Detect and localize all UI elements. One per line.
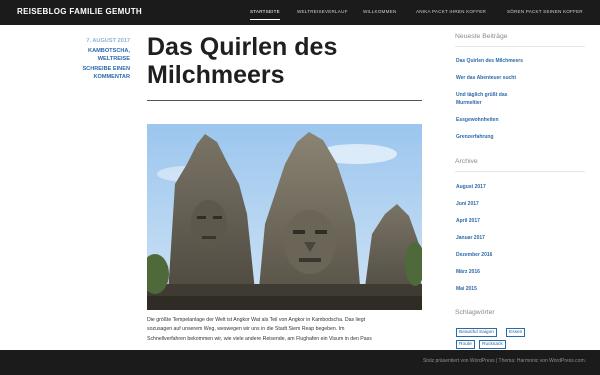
tag-link[interactable]: Beautiful Saigon [456,328,497,337]
footer-credit[interactable]: Stolz präsentiert von WordPress | Thema:… [423,358,586,364]
top-navigation-bar: REISEBLOG FAMILIE GEMUTH STARTSEITE WELT… [0,0,600,25]
tags-heading: Schlagwörter [455,309,495,316]
sidebar-divider [455,46,585,47]
archive-link[interactable]: April 2017 [456,217,581,225]
archive-link[interactable]: März 2016 [456,268,581,276]
nav-item-weltreiseverlauf[interactable]: WELTREISEVERLAUF [297,9,348,14]
archive-heading: Archive [455,158,478,165]
title-divider [147,100,422,101]
nav-item-willkommen[interactable]: WILLKOMMEN [363,9,396,14]
site-footer: Stolz präsentiert von WordPress | Thema:… [0,350,600,375]
post-title[interactable]: Das Quirlen des Milchmeers [147,33,427,89]
post-title-line-2: Milchmeers [147,61,285,89]
recent-post-link[interactable]: Essgewohnheiten [456,116,581,124]
nav-item-soeren-koffer[interactable]: SÖREN PACKT SEINEN KOFFER [507,9,583,14]
post-body-line-2: sozusagen auf unserem Weg, weswegen wir … [147,326,345,333]
post-body: Die größte Tempelanlage der Welt ist Ang… [147,316,422,344]
sidebar-divider [455,171,585,172]
comment-link-line-2[interactable]: KOMMENTAR [60,73,130,81]
archive-link[interactable]: Januar 2017 [456,234,581,242]
archive-link[interactable]: Dezember 2016 [456,251,581,259]
tag-link[interactable]: Route [456,340,475,349]
recent-post-link[interactable]: Das Quirlen des Milchmeers [456,57,581,65]
site-title[interactable]: REISEBLOG FAMILIE GEMUTH [17,7,142,16]
recent-posts-heading: Neueste Beiträge [455,33,508,40]
archive-link[interactable]: August 2017 [456,183,581,191]
comment-link-line-1[interactable]: SCHREIBE EINEN [60,65,130,73]
nav-item-startseite[interactable]: STARTSEITE [250,9,280,20]
recent-post-link[interactable]: Wer das Abenteuer sucht [456,74,581,82]
tag-link[interactable]: Rucksack [479,340,506,349]
recent-post-link[interactable]: Und täglich grüßt das Murmeltier [456,91,526,107]
nav-item-anika-koffer[interactable]: ANIKA PACKT IHREN KOFFER [416,9,486,14]
post-category-line-1[interactable]: KAMBOTSCHA, [60,47,130,55]
post-title-line-1: Das Quirlen des [147,33,338,61]
post-date[interactable]: 7. AUGUST 2017 [60,37,130,45]
post-category-line-2[interactable]: WELTREISE [60,55,130,63]
archive-link[interactable]: Juni 2017 [456,200,581,208]
post-photo [147,124,422,310]
recent-post-link[interactable]: Grenzerfahrung [456,133,581,141]
post-body-line-3: Schnellverfahren bekommen wir, wie viele… [147,335,372,342]
tag-link[interactable]: Essen [506,328,526,337]
archive-link[interactable]: Mai 2015 [456,285,581,293]
post-body-line-1: Die größte Tempelanlage der Welt ist Ang… [147,317,366,323]
